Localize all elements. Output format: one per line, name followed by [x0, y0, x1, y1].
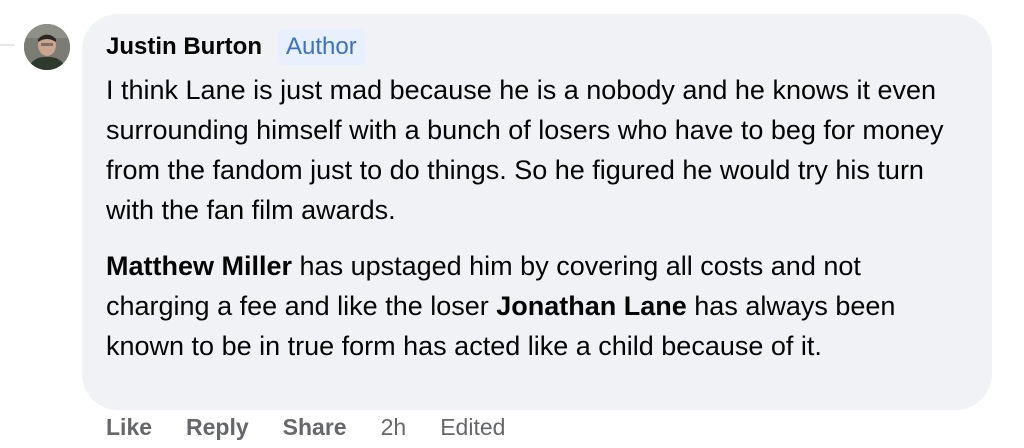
timestamp[interactable]: 2h [381, 414, 407, 441]
comment-header: Justin Burton Author [106, 28, 968, 66]
mention-matthew-miller[interactable]: Matthew Miller [106, 251, 292, 281]
thread-connector [0, 44, 14, 46]
author-badge: Author [278, 29, 365, 65]
like-button[interactable]: Like [106, 414, 152, 441]
author-name[interactable]: Justin Burton [106, 33, 262, 61]
comment-actions: Like Reply Share 2h Edited [106, 414, 505, 441]
comment: Justin Burton Author I think Lane is jus… [0, 0, 1024, 448]
edited-label[interactable]: Edited [440, 414, 505, 441]
comment-paragraph-1: I think Lane is just mad because he is a… [106, 75, 944, 225]
profile-photo-icon [24, 24, 70, 70]
reply-button[interactable]: Reply [186, 414, 249, 441]
comment-bubble: Justin Burton Author I think Lane is jus… [82, 14, 992, 410]
share-button[interactable]: Share [283, 414, 347, 441]
mention-jonathan-lane[interactable]: Jonathan Lane [496, 291, 687, 321]
avatar[interactable] [24, 24, 70, 70]
comment-paragraph-2: Matthew Miller has upstaged him by cover… [106, 246, 968, 366]
